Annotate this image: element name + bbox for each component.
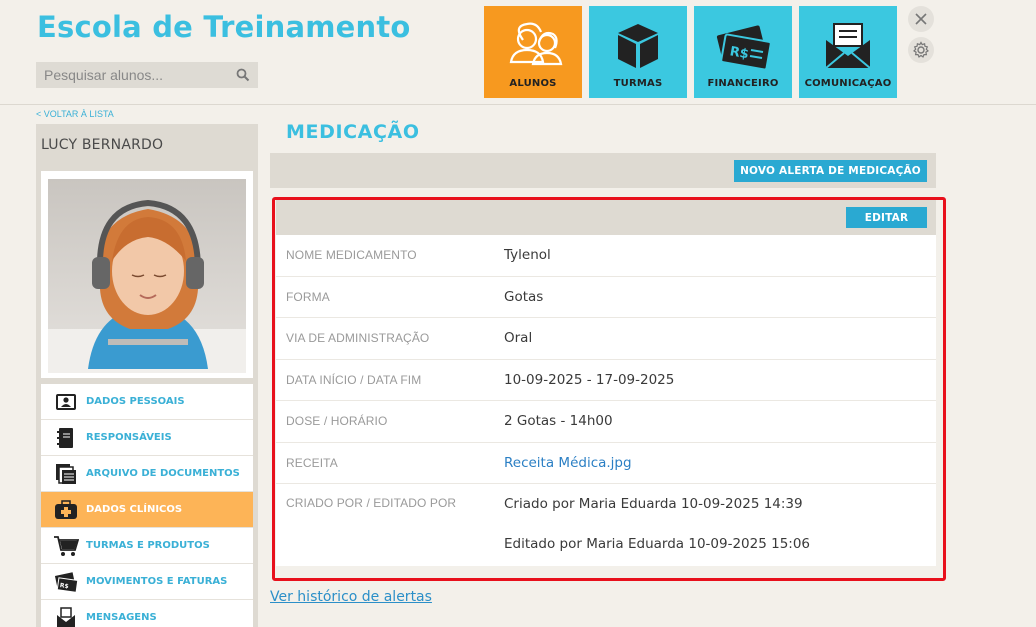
field-row-receita: RECEITA Receita Médica.jpg — [276, 443, 936, 484]
medical-kit-icon — [53, 498, 79, 522]
nav-tile-financeiro[interactable]: R$ FINANCEIRO — [694, 6, 792, 98]
nav-tile-turmas[interactable]: TURMAS — [589, 6, 687, 98]
field-label: FORMA — [286, 289, 330, 304]
sidebar-item-label: DADOS CLÍNICOS — [86, 504, 183, 515]
field-value: Criado por Maria Eduarda 10-09-2025 14:3… — [504, 496, 810, 552]
field-value: 2 Gotas - 14h00 — [504, 413, 613, 430]
students-icon — [509, 22, 563, 66]
field-row-via: VIA DE ADMINISTRAÇÃO Oral — [276, 318, 936, 360]
created-by-text: Criado por Maria Eduarda 10-09-2025 14:3… — [504, 496, 803, 512]
sidebar-item-label: RESPONSÁVEIS — [86, 432, 172, 443]
field-label: DOSE / HORÁRIO — [286, 414, 388, 429]
field-value: 10-09-2025 - 17-09-2025 — [504, 371, 675, 388]
field-value: Receita Médica.jpg — [504, 455, 632, 471]
student-sidebar: LUCY BERNARDO DADOS PESSOAIS RESPONSÁVEI… — [36, 124, 258, 627]
sidebar-item-label: MENSAGENS — [86, 612, 157, 623]
field-label: NOME MEDICAMENTO — [286, 248, 417, 263]
box-icon — [618, 24, 658, 68]
field-row-datas: DATA INÍCIO / DATA FIM 10-09-2025 - 17-0… — [276, 360, 936, 401]
mail-icon — [825, 23, 871, 69]
field-label: RECEITA — [286, 455, 338, 470]
nav-tile-label: FINANCEIRO — [707, 78, 779, 89]
field-row-forma: FORMA Gotas — [276, 277, 936, 318]
student-menu: DADOS PESSOAIS RESPONSÁVEIS ARQUIVO DE D… — [41, 384, 253, 627]
close-button[interactable] — [908, 6, 934, 32]
alert-history-link[interactable]: Ver histórico de alertas — [270, 589, 432, 605]
field-value: Oral — [504, 330, 533, 347]
new-medication-alert-button[interactable]: NOVO ALERTA DE MEDICAÇÃO — [734, 160, 927, 182]
sidebar-item-label: DADOS PESSOAIS — [86, 396, 185, 407]
nav-tile-label: ALUNOS — [509, 78, 557, 89]
search-input[interactable] — [44, 67, 236, 83]
page-title: MEDICAÇÃO — [286, 121, 420, 143]
field-value: Gotas — [504, 288, 544, 305]
field-label: DATA INÍCIO / DATA FIM — [286, 372, 422, 387]
field-label: VIA DE ADMINISTRAÇÃO — [286, 331, 430, 346]
header-divider — [0, 104, 1036, 105]
student-name: LUCY BERNARDO — [41, 137, 164, 153]
documents-icon — [53, 462, 79, 486]
sidebar-item-dados-pessoais[interactable]: DADOS PESSOAIS — [41, 384, 253, 420]
medication-card-header — [276, 199, 936, 235]
field-value: Tylenol — [504, 247, 551, 264]
field-row-criado-editado: CRIADO POR / EDITADO POR Criado por Mari… — [276, 484, 936, 567]
main-nav: ALUNOS TURMAS R$ FINANCEIRO COMUNICAÇAO — [484, 6, 904, 98]
id-card-icon — [53, 390, 79, 414]
edit-button[interactable]: EDITAR — [846, 207, 927, 228]
gear-icon — [913, 41, 929, 58]
back-to-list-link[interactable]: < VOLTAR À LISTA — [36, 109, 114, 119]
close-icon — [915, 13, 927, 25]
sidebar-item-responsaveis[interactable]: RESPONSÁVEIS — [41, 420, 253, 456]
field-row-medicamento: NOME MEDICAMENTO Tylenol — [276, 235, 936, 277]
nav-tile-label: COMUNICAÇAO — [804, 78, 892, 89]
edited-by-text: Editado por Maria Eduarda 10-09-2025 15:… — [504, 536, 811, 552]
sidebar-item-movimentos-faturas[interactable]: R$ MOVIMENTOS E FATURAS — [41, 564, 253, 600]
money-icon: R$ — [716, 25, 772, 71]
nav-tile-alunos[interactable]: ALUNOS — [484, 6, 582, 98]
field-label: CRIADO POR / EDITADO POR — [286, 496, 457, 510]
settings-button[interactable] — [908, 37, 934, 63]
nav-tile-comunicacao[interactable]: COMUNICAÇAO — [799, 6, 897, 98]
medication-card: NOME MEDICAMENTO Tylenol FORMA Gotas VIA… — [276, 199, 936, 566]
student-photo — [48, 179, 246, 373]
app-title: Escola de Treinamento — [37, 10, 411, 44]
sidebar-item-label: MOVIMENTOS E FATURAS — [86, 576, 228, 587]
field-row-dose: DOSE / HORÁRIO 2 Gotas - 14h00 — [276, 401, 936, 443]
sidebar-item-label: ARQUIVO DE DOCUMENTOS — [86, 468, 240, 479]
search-bar[interactable] — [36, 62, 258, 88]
sidebar-item-dados-clinicos[interactable]: DADOS CLÍNICOS — [41, 492, 253, 528]
sidebar-item-arquivo-documentos[interactable]: ARQUIVO DE DOCUMENTOS — [41, 456, 253, 492]
search-icon[interactable] — [236, 68, 250, 82]
svg-text:R$: R$ — [59, 582, 69, 590]
sidebar-item-turmas-produtos[interactable]: TURMAS E PRODUTOS — [41, 528, 253, 564]
nav-tile-label: TURMAS — [613, 78, 663, 89]
money-icon: R$ — [53, 570, 79, 594]
mail-icon — [53, 606, 79, 627]
address-book-icon — [53, 426, 79, 450]
sidebar-item-mensagens[interactable]: MENSAGENS — [41, 600, 253, 627]
student-photo-frame — [41, 171, 253, 378]
sidebar-item-label: TURMAS E PRODUTOS — [86, 540, 210, 551]
cart-icon — [53, 534, 79, 558]
prescription-file-link[interactable]: Receita Médica.jpg — [504, 455, 632, 471]
